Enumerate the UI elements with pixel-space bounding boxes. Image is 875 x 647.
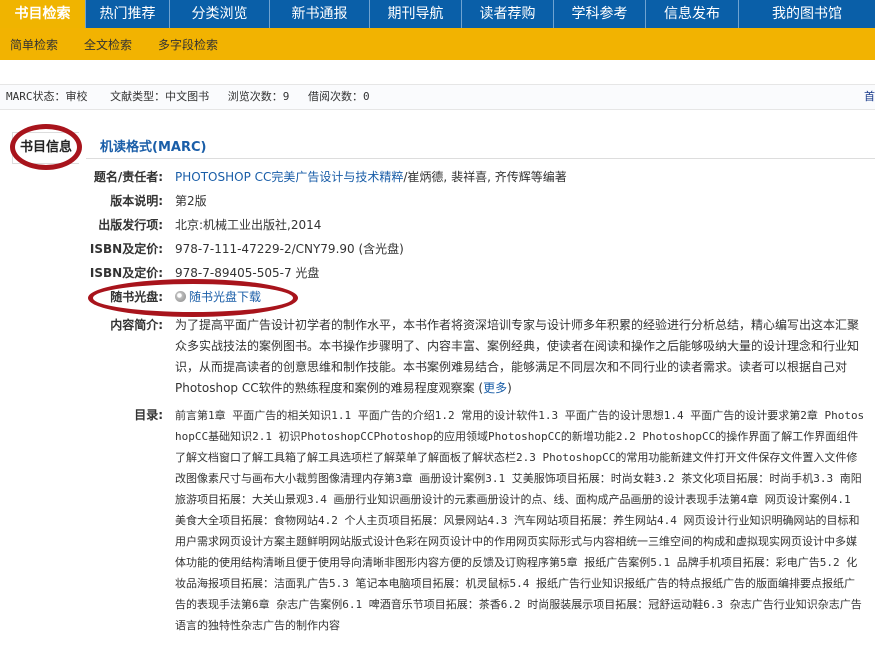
edition-value: 第2版 <box>175 194 207 208</box>
nav-item-4[interactable]: 期刊导航 <box>369 0 461 28</box>
document-type: 文献类型：中文图书 <box>110 90 210 103</box>
nav-item-3[interactable]: 新书通报 <box>269 0 369 28</box>
search-mode-1[interactable]: 全文检索 <box>84 36 132 53</box>
isbn-value-2: 978-7-89405-505-7 光盘 <box>175 266 320 280</box>
nav-item-7[interactable]: 信息发布 <box>645 0 738 28</box>
cd-value: 随书光盘下载 <box>175 288 865 306</box>
intro-value: 为了提高平面广告设计初学者的制作水平，本书作者将资深培训专家与设计师多年积累的经… <box>175 315 865 399</box>
intro-label: 内容简介: <box>110 318 163 332</box>
intro-more-link[interactable]: 更多 <box>483 381 507 395</box>
cd-download-link[interactable]: 随书光盘下载 <box>189 290 261 304</box>
toc-label: 目录: <box>134 408 163 422</box>
tab-bibliographic-info[interactable]: 书目信息 <box>12 132 79 164</box>
publication-label: 出版发行项: <box>98 218 163 232</box>
toc-value: 前言第1章 平面广告的相关知识1.1 平面广告的介绍1.2 常用的设计软件1.3… <box>175 409 865 632</box>
intro-close: ) <box>507 381 512 395</box>
search-mode-2[interactable]: 多字段检索 <box>158 36 218 53</box>
isbn-label-2: ISBN及定价: <box>89 266 163 280</box>
search-mode-bar: 简单检索 全文检索 多字段检索 <box>0 28 875 60</box>
nav-item-6[interactable]: 学科参考 <box>553 0 645 28</box>
top-navigation: 书目检索 热门推荐 分类浏览 新书通报 期刊导航 读者荐购 学科参考 信息发布 我的图书馆 <box>0 0 875 28</box>
nav-item-8[interactable]: 我的图书馆 <box>738 0 875 28</box>
disc-icon <box>175 291 186 302</box>
title-label: 题名/责任者: <box>93 170 163 184</box>
left-tab-column: 书目信息 <box>0 128 86 647</box>
nav-item-2[interactable]: 分类浏览 <box>169 0 269 28</box>
nav-item-0[interactable]: 书目检索 <box>0 0 85 28</box>
publication-value: 北京:机械工业出版社,2014 <box>175 218 322 232</box>
marc-status: MARC状态：审校 <box>6 90 88 103</box>
isbn-value-1: 978-7-111-47229-2/CNY79.90 (含光盘) <box>175 242 404 256</box>
isbn-label-1: ISBN及定价: <box>89 242 163 256</box>
record-status-bar: MARC状态：审校 文献类型：中文图书 浏览次数：9 借阅次数：0 首 <box>0 84 875 110</box>
edition-label: 版本说明: <box>110 194 163 208</box>
intro-text: 为了提高平面广告设计初学者的制作水平，本书作者将资深培训专家与设计师多年积累的经… <box>175 318 860 395</box>
borrow-count: 借阅次数：0 <box>308 90 370 103</box>
title-authors: /崔炳德, 裴祥喜, 齐传辉等编著 <box>403 170 567 184</box>
nav-item-5[interactable]: 读者荐购 <box>461 0 553 28</box>
title-value: PHOTOSHOP CC完美广告设计与技术精粹/崔炳德, 裴祥喜, 齐传辉等编著 <box>175 168 865 186</box>
cd-label: 随书光盘: <box>110 290 163 304</box>
status-more-link[interactable]: 首 <box>864 85 875 109</box>
record-tab-bar: 机读格式(MARC) <box>86 128 875 159</box>
title-link[interactable]: PHOTOSHOP CC完美广告设计与技术精粹 <box>175 170 403 184</box>
view-count: 浏览次数：9 <box>227 90 290 103</box>
tab-marc-format[interactable]: 机读格式(MARC) <box>100 136 206 155</box>
search-mode-0[interactable]: 简单检索 <box>10 36 58 53</box>
nav-item-1[interactable]: 热门推荐 <box>85 0 169 28</box>
